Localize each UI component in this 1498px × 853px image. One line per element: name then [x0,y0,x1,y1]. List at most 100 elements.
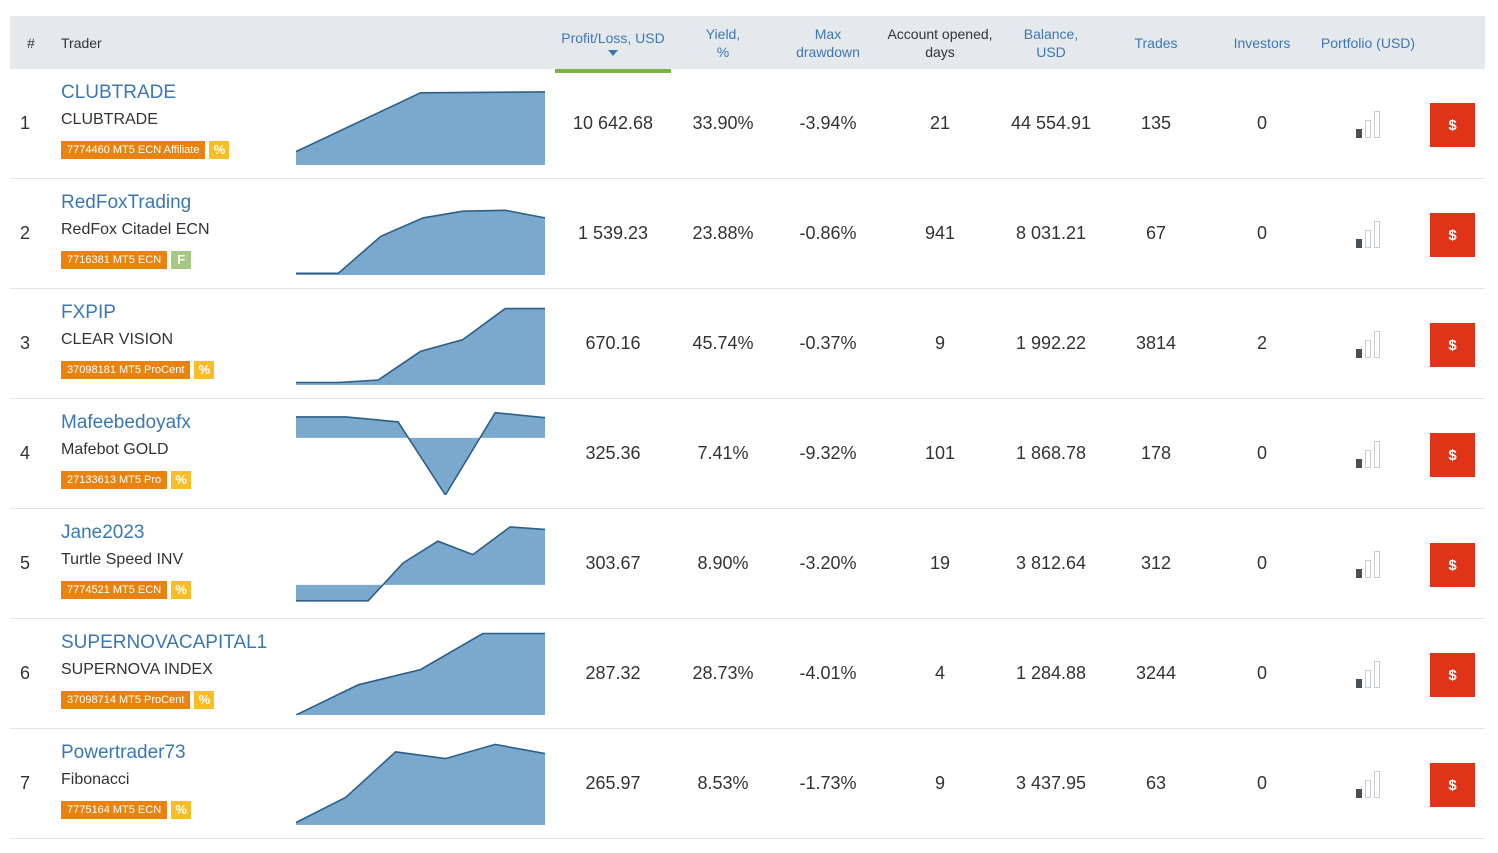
badges: 7774460 MT5 ECN Affiliate % [61,141,230,159]
table-row: 4 Mafeebedoyafx Mafebot GOLD 27133613 MT… [10,399,1485,509]
investors-value: 0 [1256,113,1267,133]
col-opened-header: Account opened, days [878,16,1002,69]
col-investors-header[interactable]: Investors [1220,16,1304,69]
sparkline-area [296,633,545,715]
col-balance-header[interactable]: Balance, USD [1010,16,1092,69]
trader-name-link[interactable]: Mafeebedoyafx [61,412,191,434]
drawdown-value: -3.94% [799,113,857,133]
signal-bar [1356,238,1362,248]
invest-button[interactable]: $ [1430,653,1475,697]
sort-descending-icon[interactable] [607,50,618,56]
trader-name-link[interactable]: SUPERNOVACAPITAL1 [61,632,267,654]
strategy-name: Mafebot GOLD [61,441,169,458]
profit-value: 325.36 [585,443,641,463]
col-profit-header[interactable]: Profit/Loss, USD [555,16,671,69]
yield-value: 8.90% [697,553,749,573]
investors-value: 0 [1256,663,1267,683]
yield-value: 28.73% [692,663,754,683]
signal-bar [1365,559,1371,578]
signal-bar [1365,339,1371,358]
col-yield-label: Yield, [705,25,741,42]
days-value: 941 [924,223,956,243]
profit-value: 265.97 [585,773,641,793]
trader-name-link[interactable]: FXPIP [61,302,116,324]
account-type-badge: % [171,581,192,599]
trades-value: 3814 [1135,333,1177,353]
signal-bars-icon [1356,330,1380,358]
invest-button[interactable]: $ [1430,323,1475,367]
col-rank-header: # [27,34,35,51]
col-balance-label: Balance, [1023,25,1079,42]
table-row: 1 CLUBTRADE CLUBTRADE 7774460 MT5 ECN Af… [10,69,1485,179]
sparkline-area [296,412,545,495]
invest-button[interactable]: $ [1430,763,1475,807]
investors-value: 2 [1256,333,1267,353]
col-drawdown-header[interactable]: Max drawdown [785,16,871,69]
portfolio-level [1332,509,1404,618]
signal-bar [1365,449,1371,468]
rank: 4 [20,443,31,463]
account-badge: 7716381 MT5 ECN [61,251,168,269]
yield-value: 33.90% [692,113,754,133]
invest-button[interactable]: $ [1430,433,1475,477]
profit-sparkline [296,91,545,165]
account-type-badge: % [171,801,192,819]
trades-value: 63 [1145,773,1167,793]
signal-bar [1356,458,1362,468]
signal-bars-icon [1356,110,1380,138]
strategy-name: Turtle Speed INV [61,551,184,568]
trader-name-link[interactable]: Jane2023 [61,522,144,544]
col-trader-header: Trader [61,34,102,51]
trades-value: 178 [1140,443,1172,463]
signal-bar [1356,128,1362,138]
badges: 37098714 MT5 ProCent % [61,691,215,709]
days-value: 19 [929,553,951,573]
col-yield-header[interactable]: Yield,% [680,16,766,69]
invest-button[interactable]: $ [1430,213,1475,257]
trader-name-link[interactable]: RedFoxTrading [61,192,191,214]
signal-bar [1365,669,1371,688]
trades-value: 3244 [1135,663,1177,683]
profit-sparkline [296,307,545,385]
table-header: # Trader Profit/Loss, USD Yield,% Max dra… [10,16,1485,73]
drawdown-value: -9.32% [799,443,857,463]
days-value: 101 [924,443,956,463]
balance-value: 8 031.21 [1015,223,1087,243]
drawdown-value: -0.86% [799,223,857,243]
table-row: 5 Jane2023 Turtle Speed INV 7774521 MT5 … [10,509,1485,619]
badges: 37098181 MT5 ProCent % [61,361,215,379]
balance-value: 3 812.64 [1015,553,1087,573]
account-badge: 7774521 MT5 ECN [61,581,168,599]
sparkline-area [296,308,545,385]
invest-button[interactable]: $ [1430,543,1475,587]
signal-bar [1356,568,1362,578]
sparkline-area [296,744,545,825]
badges: 27133613 MT5 Pro % [61,471,192,489]
trades-value: 135 [1140,113,1172,133]
portfolio-level [1332,729,1404,838]
investors-value: 0 [1256,773,1267,793]
col-opened-unit: days [925,43,955,60]
days-value: 9 [934,333,945,353]
trades-value: 67 [1145,223,1167,243]
drawdown-value: -0.37% [799,333,857,353]
investors-value: 0 [1256,553,1267,573]
trader-name-link[interactable]: Powertrader73 [61,742,186,764]
profit-value: 1 539.23 [577,223,649,243]
account-badge: 37098714 MT5 ProCent [61,691,191,709]
profit-sparkline [296,526,545,602]
col-yield-unit: % [716,43,730,60]
signal-bar [1356,348,1362,358]
col-trades-header[interactable]: Trades [1116,16,1196,69]
drawdown-value: -3.20% [799,553,857,573]
balance-value: 1 868.78 [1015,443,1087,463]
balance-value: 44 554.91 [1010,113,1092,133]
strategy-name: RedFox Citadel ECN [61,221,210,238]
profit-value: 10 642.68 [572,113,654,133]
trader-name-link[interactable]: CLUBTRADE [61,82,176,104]
table-row: 2 RedFoxTrading RedFox Citadel ECN 77163… [10,179,1485,289]
portfolio-level [1332,69,1404,178]
account-type-badge: % [194,361,215,379]
col-portfolio-header[interactable]: Portfolio (USD) [1312,16,1424,69]
invest-button[interactable]: $ [1430,103,1475,147]
